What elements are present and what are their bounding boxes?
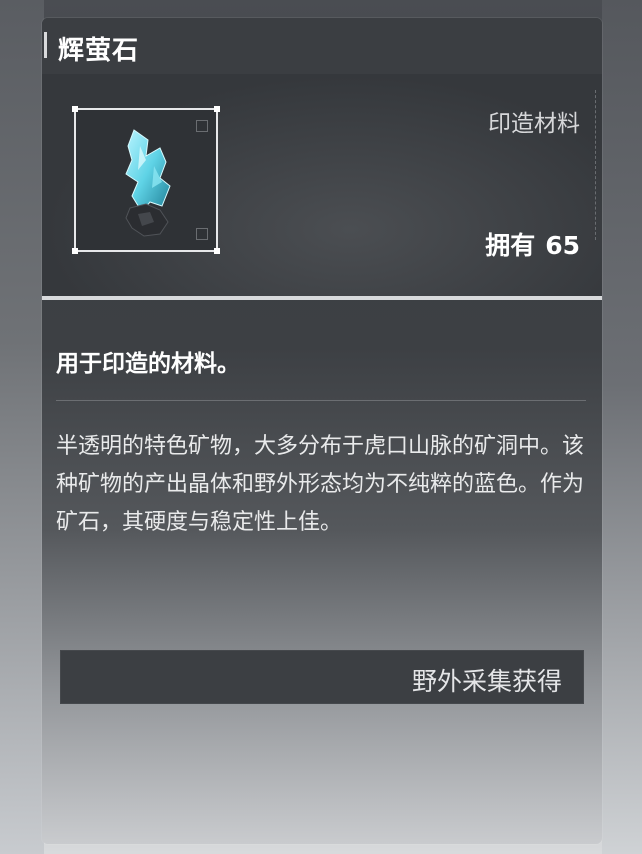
item-detail-panel: 辉萤石 印造材料 拥有 65 用于印造的材料。 半透明的特色矿物，大多分布于虎口… (42, 18, 602, 844)
item-icon-frame (72, 106, 220, 254)
frame-glyph-icon (196, 228, 208, 240)
background-left (0, 0, 44, 854)
owned-label: 拥有 (485, 231, 536, 260)
header-divider (42, 296, 602, 300)
item-category: 印造材料 (488, 111, 580, 137)
title-accent-bar (44, 32, 47, 58)
item-summary: 用于印造的材料。 (56, 351, 240, 377)
owned-count: 65 (545, 231, 580, 260)
corner-dot (72, 106, 78, 112)
section-divider (56, 400, 586, 401)
title-bar: 辉萤石 (42, 18, 602, 74)
corner-dot (72, 248, 78, 254)
corner-dot (214, 248, 220, 254)
acquire-source-button[interactable]: 野外采集获得 (60, 650, 584, 704)
item-name: 辉萤石 (58, 36, 140, 66)
item-description: 半透明的特色矿物，大多分布于虎口山脉的矿洞中。该种矿物的产出晶体和野外形态均为不… (56, 434, 585, 535)
blue-crystal-ore-icon (120, 126, 184, 240)
decorative-side-line (591, 90, 596, 240)
acquire-source-label: 野外采集获得 (411, 667, 562, 696)
background-right (602, 0, 642, 854)
owned-count-row: 拥有 65 (485, 226, 580, 262)
frame-glyph-icon (196, 120, 208, 132)
corner-dot (214, 106, 220, 112)
